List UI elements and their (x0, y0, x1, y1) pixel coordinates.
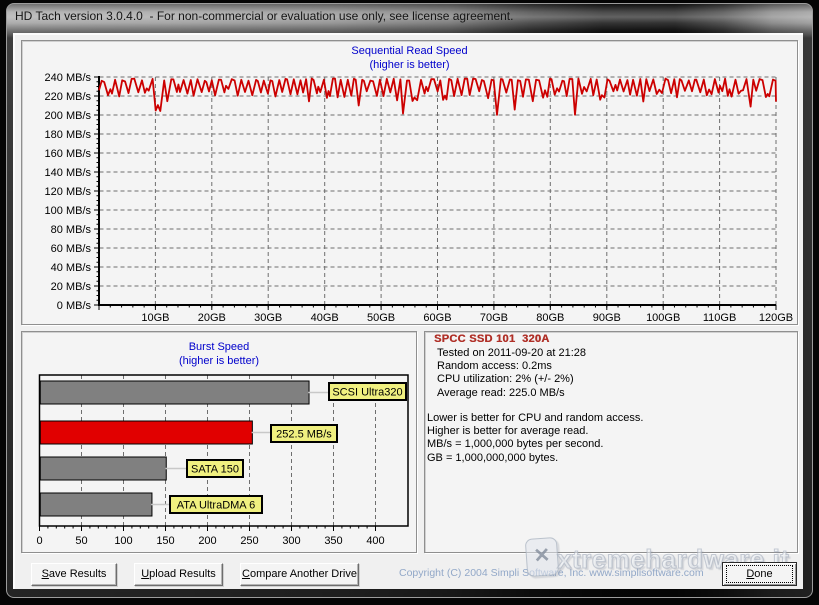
svg-text:300: 300 (282, 535, 300, 547)
svg-text:200 MB/s: 200 MB/s (45, 110, 92, 122)
svg-text:ATA UltraDMA 6: ATA UltraDMA 6 (177, 500, 255, 512)
svg-text:100GB: 100GB (646, 312, 680, 324)
svg-text:80GB: 80GB (536, 312, 564, 324)
svg-text:10GB: 10GB (141, 312, 169, 324)
svg-text:110GB: 110GB (703, 312, 736, 324)
svg-text:100 MB/s: 100 MB/s (45, 205, 92, 217)
svg-text:60 MB/s: 60 MB/s (51, 243, 92, 255)
svg-text:20 MB/s: 20 MB/s (51, 281, 92, 293)
svg-text:20GB: 20GB (198, 312, 226, 324)
svg-text:80 MB/s: 80 MB/s (51, 224, 92, 236)
svg-text:180 MB/s: 180 MB/s (45, 129, 92, 141)
svg-text:0 MB/s: 0 MB/s (57, 300, 92, 312)
svg-text:70GB: 70GB (480, 312, 508, 324)
svg-text:50: 50 (75, 535, 87, 547)
svg-text:150: 150 (156, 535, 174, 547)
svg-text:350: 350 (324, 535, 342, 547)
svg-text:220 MB/s: 220 MB/s (45, 91, 92, 103)
svg-text:60GB: 60GB (423, 312, 451, 324)
svg-text:SATA 150: SATA 150 (191, 464, 239, 476)
svg-text:200: 200 (198, 535, 216, 547)
svg-text:0: 0 (36, 535, 42, 547)
svg-text:250: 250 (240, 535, 258, 547)
svg-text:252.5 MB/s: 252.5 MB/s (276, 429, 332, 441)
svg-text:50GB: 50GB (367, 312, 395, 324)
svg-text:SCSI Ultra320: SCSI Ultra320 (332, 387, 402, 399)
svg-text:140 MB/s: 140 MB/s (45, 167, 92, 179)
svg-text:100: 100 (114, 535, 132, 547)
svg-text:240 MB/s: 240 MB/s (45, 72, 92, 84)
svg-text:40GB: 40GB (311, 312, 339, 324)
svg-text:40 MB/s: 40 MB/s (51, 262, 92, 274)
svg-text:90GB: 90GB (593, 312, 621, 324)
svg-text:160 MB/s: 160 MB/s (45, 148, 92, 160)
svg-text:400: 400 (366, 535, 384, 547)
svg-text:120 MB/s: 120 MB/s (45, 186, 92, 198)
svg-text:30GB: 30GB (254, 312, 282, 324)
svg-text:120GB: 120GB (759, 312, 793, 324)
